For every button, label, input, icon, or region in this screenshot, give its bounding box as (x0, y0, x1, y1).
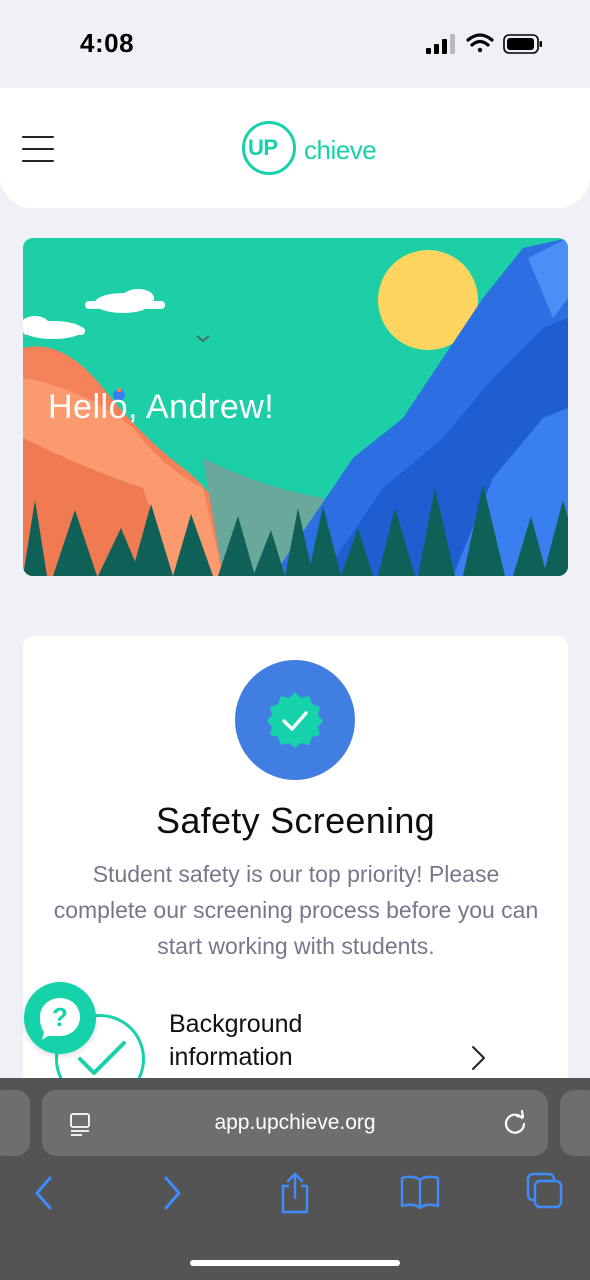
wifi-icon (466, 33, 494, 53)
previous-tab-preview[interactable] (0, 1090, 30, 1156)
help-chat-icon: ? (40, 998, 80, 1040)
home-indicator (190, 1260, 400, 1266)
badge-circle (235, 660, 355, 780)
step-background-information[interactable]: Background information (169, 1008, 369, 1074)
browser-nav-row (0, 1172, 590, 1218)
bookmarks-icon[interactable] (400, 1174, 440, 1210)
svg-text:?: ? (52, 1002, 68, 1032)
card-title: Safety Screening (156, 800, 435, 841)
reload-icon[interactable] (502, 1110, 528, 1136)
battery-icon (503, 34, 542, 54)
address-bar[interactable]: app.upchieve.org (42, 1090, 548, 1156)
help-button[interactable]: ? (24, 982, 96, 1054)
browser-toolbar: app.upchieve.org (0, 1078, 590, 1280)
url-text: app.upchieve.org (214, 1111, 376, 1134)
tabs-icon[interactable] (526, 1172, 564, 1212)
hamburger-menu-icon[interactable] (22, 136, 54, 162)
status-bar: 4:08 (0, 0, 590, 88)
verified-badge-icon (267, 692, 323, 748)
next-tab-preview[interactable] (560, 1090, 590, 1156)
logo-up-text: UP (248, 135, 278, 160)
card-description: Student safety is our top priority! Plea… (53, 861, 539, 959)
status-icons (424, 30, 544, 58)
hero-greeting: Hello, Andrew! (48, 388, 275, 426)
hero-banner: Hello, Andrew! (23, 238, 568, 576)
chevron-right-icon[interactable] (469, 1044, 489, 1072)
app-header: UP chieve (0, 88, 590, 208)
safety-screening-card: Safety Screening Student safety is our t… (23, 636, 568, 1104)
logo-chieve-text: chieve (304, 135, 377, 165)
status-time: 4:08 (80, 28, 135, 58)
back-arrow-icon[interactable] (32, 1174, 56, 1212)
cellular-signal-icon (426, 34, 455, 54)
share-icon[interactable] (280, 1172, 310, 1214)
forward-arrow-icon[interactable] (160, 1174, 184, 1212)
